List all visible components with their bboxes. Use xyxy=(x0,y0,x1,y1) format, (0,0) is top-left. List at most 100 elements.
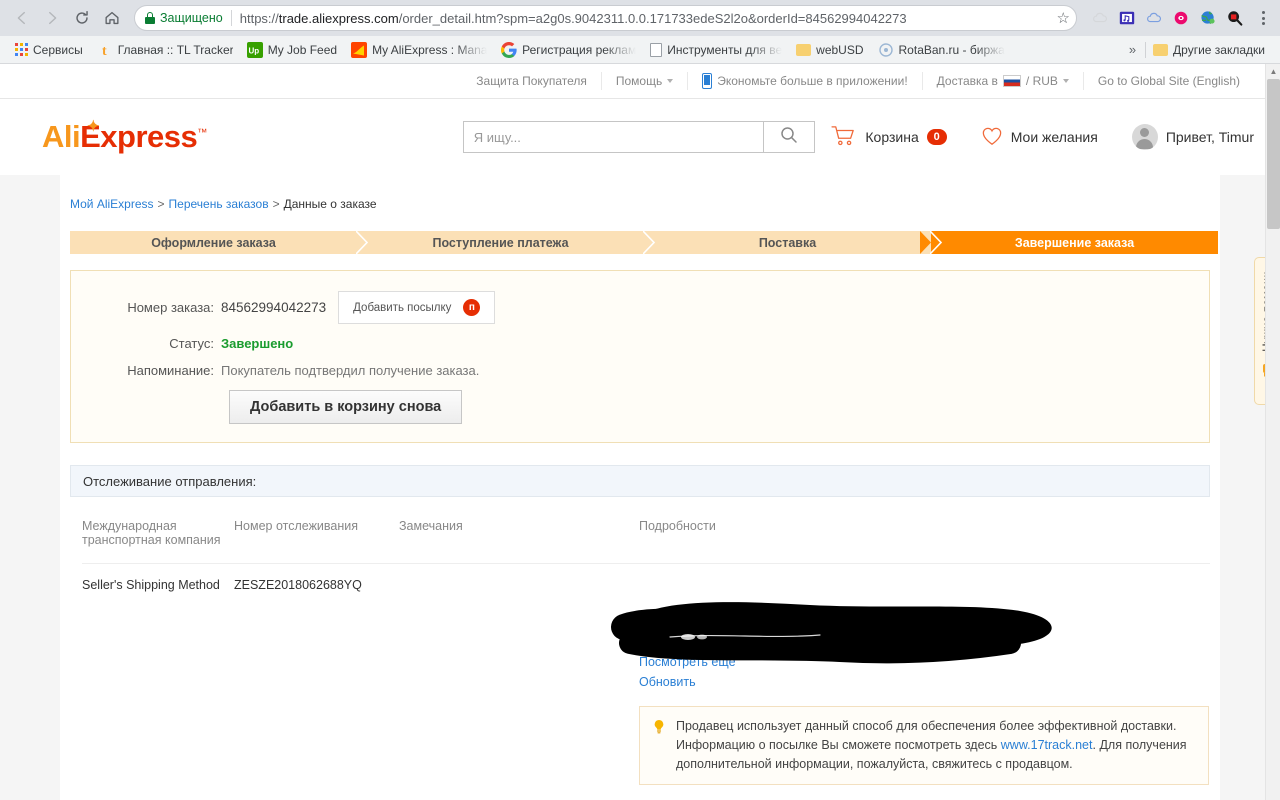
bookmark-label: My Job Feed xyxy=(267,42,338,57)
column-header-details: Подробности xyxy=(639,497,1210,564)
bookmark-my-job-feed[interactable]: Up My Job Feed xyxy=(240,39,344,61)
cart-count-badge: 0 xyxy=(926,129,947,145)
url-scheme: https:// xyxy=(239,10,279,26)
breadcrumb-current: Данные о заказе xyxy=(283,197,377,211)
cell-notes xyxy=(399,564,639,786)
topbar-label: Защита Покупателя xyxy=(476,74,587,88)
table-row: Seller's Shipping Method ZESZE2018062688… xyxy=(82,564,1210,786)
home-icon[interactable] xyxy=(98,4,126,32)
tracking-table-area: Международная транспортная компания Номе… xyxy=(70,497,1210,800)
reload-icon[interactable] xyxy=(68,4,96,32)
logo-tm: ™ xyxy=(197,127,207,139)
forward-arrow-icon[interactable] xyxy=(38,4,66,32)
step-completed: Завершение заказа xyxy=(920,231,1218,254)
topbar-ship-to[interactable]: Доставка в / RUB xyxy=(923,71,1083,91)
search-button[interactable] xyxy=(762,121,815,153)
bookmark-my-aliexpress[interactable]: My AliExpress : Mana xyxy=(344,39,494,61)
chevron-down-icon xyxy=(667,79,674,83)
document-icon xyxy=(650,42,663,57)
order-status-row: Статус: Завершено xyxy=(71,336,1209,351)
add-to-cart-again-button[interactable]: Добавить в корзину снова xyxy=(229,390,463,424)
folder-icon xyxy=(1153,43,1169,56)
aliexpress-logo[interactable]: ✦ AliExpress™ xyxy=(42,118,207,155)
site-header: ✦AliExpress™ Корзина 0 Мо xyxy=(0,99,1280,175)
wishlist-button[interactable]: Мои желания xyxy=(981,126,1098,149)
url-path: /order_detail.htm?spm=a2g0s.9042311.0.0.… xyxy=(398,10,907,26)
track17-link[interactable]: www.17track.net xyxy=(1001,738,1093,752)
scrollbar-up-icon[interactable]: ▲ xyxy=(1266,64,1280,79)
music-app-icon[interactable] xyxy=(1118,9,1136,27)
cloud-icon[interactable] xyxy=(1145,9,1163,27)
wishlist-label: Мои желания xyxy=(1010,129,1098,145)
topbar-global-site[interactable]: Go to Global Site (English) xyxy=(1084,71,1254,91)
bookmark-other-bookmarks[interactable]: Другие закладки xyxy=(1146,40,1272,60)
red-parcel-icon xyxy=(463,299,481,316)
column-header-company: Международная транспортная компания xyxy=(82,497,234,564)
aliexpress-icon xyxy=(351,41,368,58)
apps-grid-icon xyxy=(15,43,28,56)
breadcrumb-order-list[interactable]: Перечень заказов xyxy=(169,197,269,211)
bookmark-apps[interactable]: Сервисы xyxy=(8,40,90,60)
step-arrow-icon xyxy=(643,231,655,254)
topbar-currency: / RUB xyxy=(1025,74,1058,88)
breadcrumb-my-aliexpress[interactable]: Мой AliExpress xyxy=(70,197,154,211)
topbar-label: Помощь xyxy=(615,74,663,88)
bookmark-label: Главная :: TL Tracker xyxy=(117,42,233,57)
bookmark-rotaban[interactable]: RotaBan.ru - биржа xyxy=(871,39,1012,61)
globe-icon[interactable] xyxy=(1199,9,1217,27)
bookmarks-overflow-icon[interactable]: » xyxy=(1120,42,1145,57)
page-scrollbar[interactable]: ▲ xyxy=(1265,64,1280,800)
record-icon[interactable] xyxy=(1172,9,1190,27)
topbar-app-promo[interactable]: Экономьте больше в приложении! xyxy=(688,71,921,91)
address-bar[interactable]: Защищено https://trade.aliexpress.com/or… xyxy=(134,5,1077,31)
bookmark-tl-tracker[interactable]: t Главная :: TL Tracker xyxy=(90,39,240,61)
step-arrow-icon xyxy=(356,231,368,254)
phone-icon xyxy=(702,73,713,89)
bookmark-label: RotaBan.ru - биржа xyxy=(898,42,1005,57)
scrollbar-thumb[interactable] xyxy=(1267,79,1280,229)
tracking-table: Международная транспортная компания Номе… xyxy=(82,497,1210,785)
order-status-label: Статус: xyxy=(169,336,214,351)
back-arrow-icon[interactable] xyxy=(8,4,36,32)
topbar-label: Go to Global Site (English) xyxy=(1097,74,1240,88)
heart-icon xyxy=(981,126,1003,149)
cell-details: Посмотреть ещё Обновить Продавец использ… xyxy=(639,564,1210,785)
search-input[interactable] xyxy=(462,121,763,153)
search-bar xyxy=(462,121,815,153)
url-text: https://trade.aliexpress.com/order_detai… xyxy=(240,11,1053,26)
refresh-link[interactable]: Обновить xyxy=(639,672,1210,692)
page-content: Мой AliExpress > Перечень заказов > Данные о… xyxy=(0,175,1280,800)
bookmark-google-ads[interactable]: Регистрация реклам xyxy=(494,39,643,61)
bookmark-webusd[interactable]: webUSD xyxy=(789,40,870,60)
order-reminder-label: Напоминание: xyxy=(127,363,214,378)
bookmark-webmaster-tools[interactable]: Инструменты для ве xyxy=(643,40,789,60)
bookmark-label: Регистрация реклам xyxy=(522,42,637,57)
three-dots-menu-icon[interactable] xyxy=(1252,11,1272,25)
lock-icon xyxy=(145,12,155,24)
account-menu[interactable]: Привет, Timur xyxy=(1131,124,1254,150)
topbar-help[interactable]: Помощь xyxy=(602,71,687,91)
order-progress-steps: Оформление заказа Поступление платежа По… xyxy=(70,231,1218,254)
status-badge: Завершено xyxy=(221,336,294,351)
topbar-label: Доставка в xyxy=(936,74,998,88)
step-delivery: Поставка xyxy=(644,231,942,254)
step-label: Оформление заказа xyxy=(151,235,276,250)
cloud-outline-icon[interactable] xyxy=(1091,9,1109,27)
view-more-link[interactable]: Посмотреть ещё xyxy=(639,652,1210,672)
add-parcel-label: Добавить посылку xyxy=(353,301,452,314)
bookmark-star-icon[interactable]: ☆ xyxy=(1057,9,1070,27)
cell-company: Seller's Shipping Method xyxy=(82,578,220,592)
cart-button[interactable]: Корзина 0 xyxy=(831,125,947,150)
browser-toolbar: Защищено https://trade.aliexpress.com/or… xyxy=(0,0,1280,36)
topbar-buyer-protection[interactable]: Защита Покупателя xyxy=(462,71,601,91)
page-viewport: Защита Покупателя Помощь Экономьте больш… xyxy=(0,64,1280,800)
order-summary-box: Номер заказа: 84562994042273 Добавить по… xyxy=(70,270,1210,443)
bookmark-label: Сервисы xyxy=(33,42,83,57)
cell-tracking-number: ZESZE2018062688YQ xyxy=(234,578,362,592)
secure-label: Защищено xyxy=(160,11,223,25)
svg-text:t: t xyxy=(102,44,107,58)
bookmark-label: My AliExpress : Mana xyxy=(372,42,488,57)
add-parcel-button[interactable]: Добавить посылку xyxy=(338,291,496,324)
search-icon xyxy=(779,125,799,150)
adblock-icon[interactable] xyxy=(1226,9,1244,27)
